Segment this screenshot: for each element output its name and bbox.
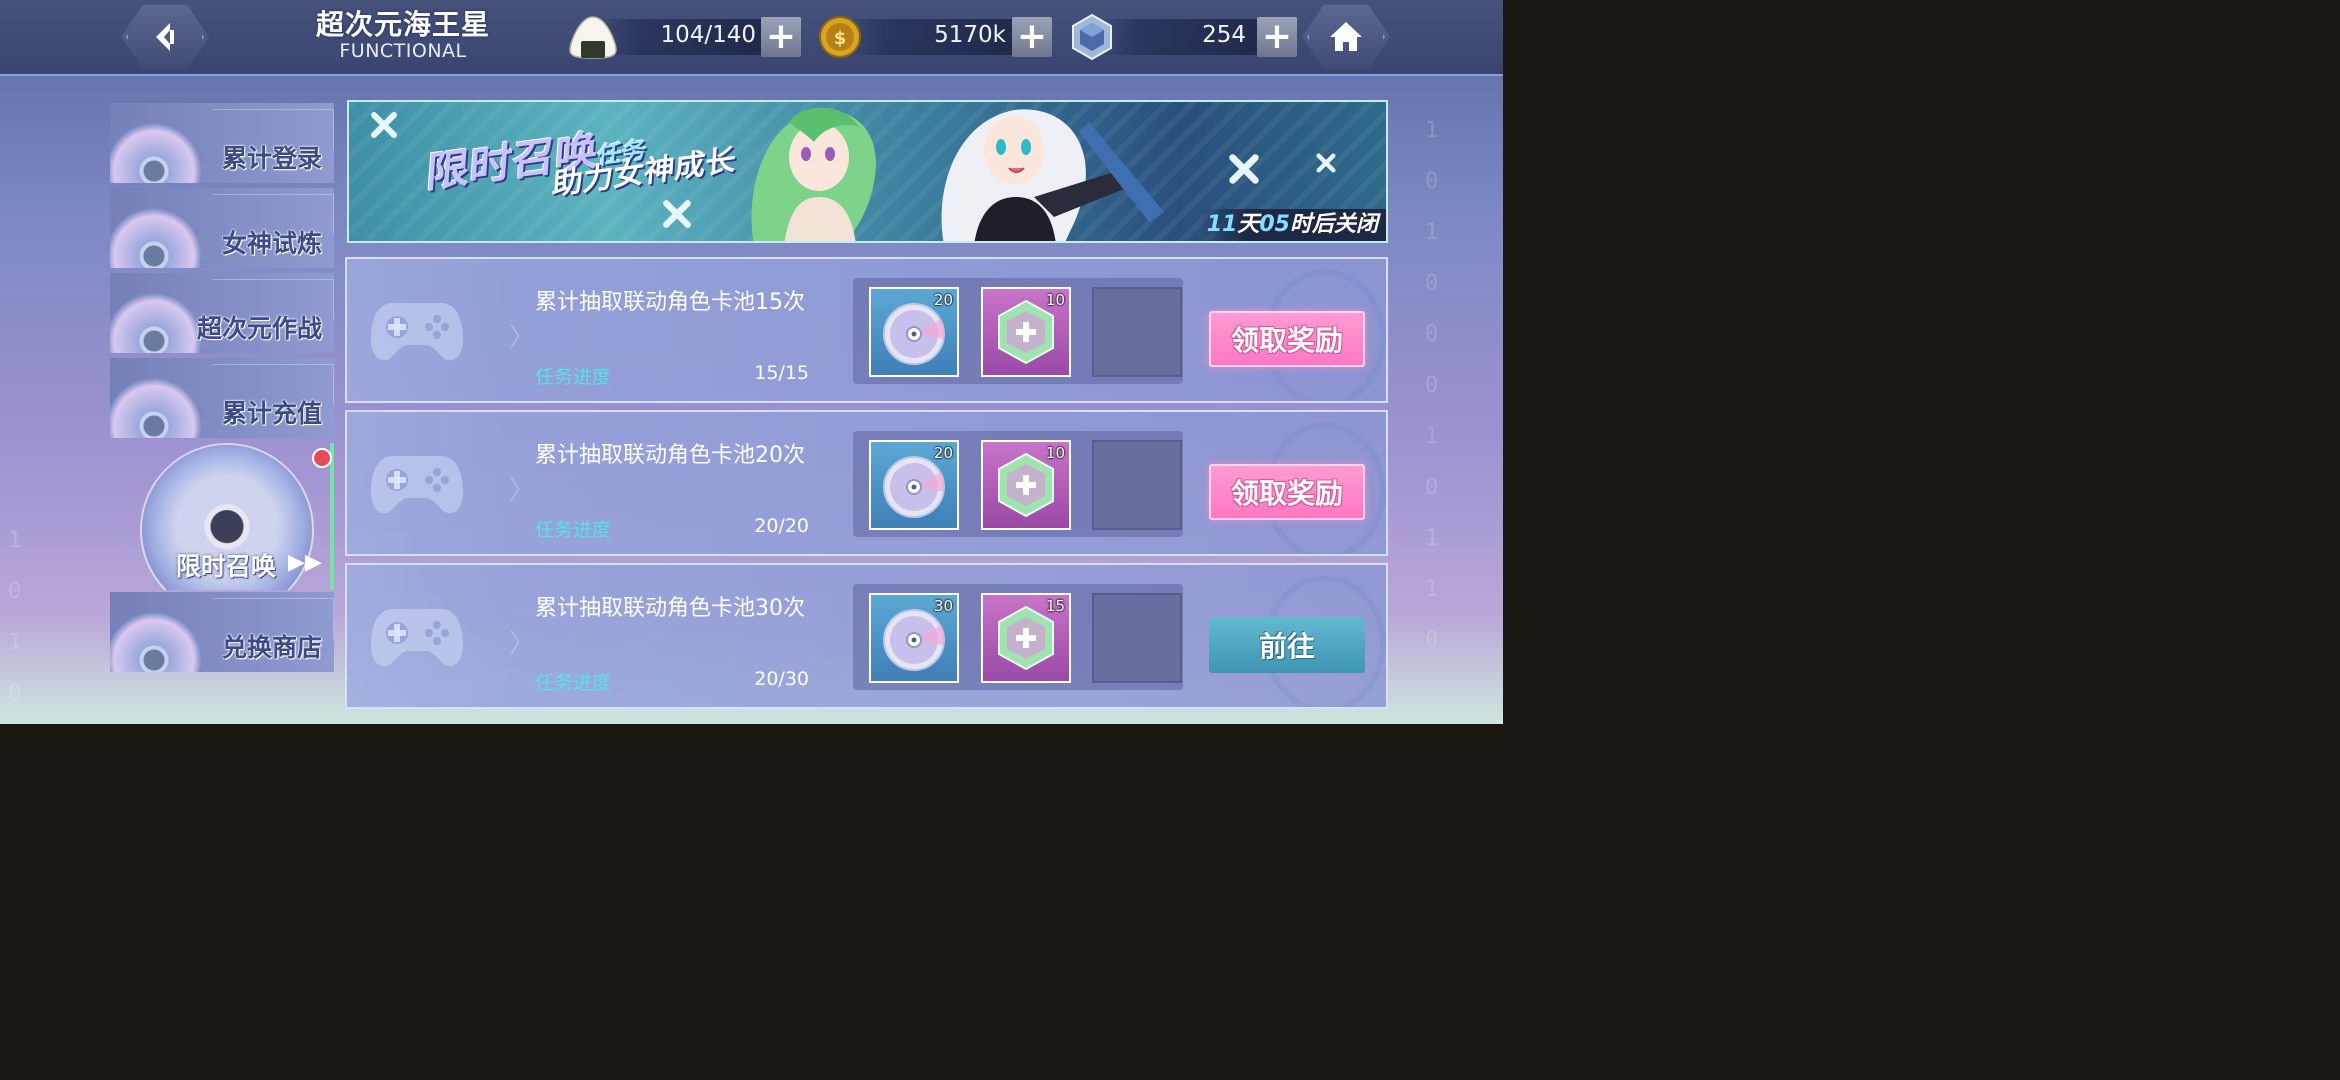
cross-sparkle-icon — [1229, 154, 1259, 184]
bg-binary-left: 1010 — [8, 528, 22, 706]
claim-reward-button[interactable]: 领取奖励 — [1209, 311, 1365, 367]
disc-icon — [110, 293, 202, 353]
svg-text:$: $ — [834, 28, 847, 49]
disc-icon — [110, 208, 202, 268]
task-progress-value: 15/15 — [754, 362, 809, 384]
countdown-suffix: 时后关闭 — [1289, 212, 1378, 237]
bg-binary-right: 10100010110 — [1425, 118, 1439, 653]
sidebar-item-hyperdimension-battle[interactable]: 超次元作战 — [110, 273, 334, 353]
reward-slot-empty — [1092, 440, 1182, 530]
event-banner: 限时召唤任务 助力女神成长 11天05时后关闭 — [347, 100, 1388, 243]
screen-edge — [1503, 0, 1568, 724]
disc-icon — [110, 612, 202, 672]
home-button[interactable] — [1302, 4, 1390, 70]
reward-slot-crystal[interactable]: 15 — [981, 593, 1071, 683]
reward-tray: 20 10 — [853, 278, 1183, 384]
cross-sparkle-icon — [371, 112, 397, 138]
countdown-days: 11 — [1206, 212, 1238, 237]
back-button[interactable] — [121, 4, 209, 70]
coin-value: 5170k — [934, 22, 1006, 48]
fast-forward-icon: ▶▶ — [288, 550, 322, 575]
countdown-day-unit: 天 — [1237, 212, 1260, 237]
task-title: 累计抽取联动角色卡池15次 — [535, 290, 805, 315]
reward-slot-disc[interactable]: 30 — [869, 593, 959, 683]
reward-slot-crystal[interactable]: 10 — [981, 440, 1071, 530]
sidebar-item-label: 女神试炼 — [221, 229, 322, 258]
sidebar-item-goddess-trial[interactable]: 女神试炼 — [110, 188, 334, 268]
game-title: 超次元海王星 — [315, 8, 490, 41]
reward-slot-crystal[interactable]: 10 — [981, 287, 1071, 377]
sidebar-item-label: 累计登录 — [221, 144, 322, 173]
sidebar-item-limited-summon[interactable]: 限时召唤 ▶▶ — [140, 443, 334, 590]
sidebar-item-label: 兑换商店 — [221, 633, 322, 662]
notification-dot — [312, 448, 332, 468]
reward-count: 15 — [1045, 597, 1065, 615]
task-progress-label: 任务进度 — [535, 672, 612, 694]
claim-reward-button[interactable]: 领取奖励 — [1209, 464, 1365, 520]
cross-sparkle-icon — [663, 200, 691, 228]
task-progress-label: 任务进度 — [535, 366, 612, 388]
plus-icon: + — [1261, 16, 1293, 57]
reward-slot-disc[interactable]: 20 — [869, 287, 959, 377]
gem-plus-button[interactable]: + — [1257, 17, 1297, 57]
sidebar-item-label: 累计充值 — [221, 399, 322, 428]
reward-tray: 30 15 — [853, 584, 1183, 690]
sidebar-item-label: 限时召唤 — [176, 552, 277, 581]
disc-icon — [110, 378, 202, 438]
back-arrow-icon — [156, 23, 174, 51]
coin-plus-button[interactable]: + — [1012, 17, 1052, 57]
top-bar: 超次元海王星 FUNCTIONAL 104/140 + $ 5170k + 25… — [0, 0, 1503, 76]
sidebar-item-label: 超次元作战 — [196, 314, 322, 343]
gamepad-icon — [371, 303, 463, 361]
event-countdown: 11天05时后关闭 — [1198, 209, 1386, 241]
reward-count: 10 — [1045, 291, 1065, 309]
reward-count: 10 — [1045, 444, 1065, 462]
task-progress-label: 任务进度 — [535, 519, 612, 541]
go-to-button[interactable]: 前往 — [1209, 617, 1365, 673]
reward-slot-empty — [1092, 287, 1182, 377]
task-row: 〉 累计抽取联动角色卡池15次 任务进度 15/15 20 10 领取奖励 — [345, 257, 1388, 403]
sidebar-item-login[interactable]: 累计登录 — [110, 103, 334, 183]
stamina-value: 104/140 — [660, 22, 756, 48]
task-progress-value: 20/30 — [754, 668, 809, 690]
game-screen: 10100010110 1010 超次元海王星 FUNCTIONAL 104/1… — [0, 0, 1503, 724]
sidebar-item-recharge[interactable]: 累计充值 — [110, 358, 334, 438]
task-title: 累计抽取联动角色卡池20次 — [535, 443, 805, 468]
gamepad-icon — [371, 609, 463, 667]
reward-count: 30 — [933, 597, 953, 615]
gem-value: 254 — [1202, 22, 1246, 48]
reward-count: 20 — [933, 444, 953, 462]
reward-slot-disc[interactable]: 20 — [869, 440, 959, 530]
reward-slot-empty — [1092, 593, 1182, 683]
task-row: 〉 累计抽取联动角色卡池30次 任务进度 20/30 30 15 前往 — [345, 563, 1388, 709]
task-progress-value: 20/20 — [754, 515, 809, 537]
chevron-right-icon: 〉 — [509, 629, 536, 659]
coin-icon: $ — [819, 16, 861, 58]
reward-tray: 20 10 — [853, 431, 1183, 537]
countdown-hours: 05 — [1259, 212, 1290, 237]
chevron-right-icon: 〉 — [509, 476, 536, 506]
onigiri-icon — [569, 16, 617, 59]
sidebar-item-exchange-shop[interactable]: 兑换商店 — [110, 592, 334, 672]
gamepad-icon — [371, 456, 463, 514]
banner-characters-art — [751, 107, 1164, 241]
plus-icon: + — [765, 16, 797, 57]
disc-icon — [110, 123, 202, 183]
crystal-icon — [1072, 13, 1112, 61]
task-row: 〉 累计抽取联动角色卡池20次 任务进度 20/20 20 10 领取奖励 — [345, 410, 1388, 556]
game-subtitle: FUNCTIONAL — [339, 40, 467, 62]
reward-count: 20 — [933, 291, 953, 309]
stamina-plus-button[interactable]: + — [761, 17, 801, 57]
chevron-right-icon: 〉 — [509, 323, 536, 353]
cross-sparkle-icon — [1316, 153, 1336, 173]
plus-icon: + — [1016, 16, 1048, 57]
task-title: 累计抽取联动角色卡池30次 — [535, 596, 805, 621]
active-indicator — [330, 443, 334, 590]
home-icon — [1330, 22, 1362, 51]
